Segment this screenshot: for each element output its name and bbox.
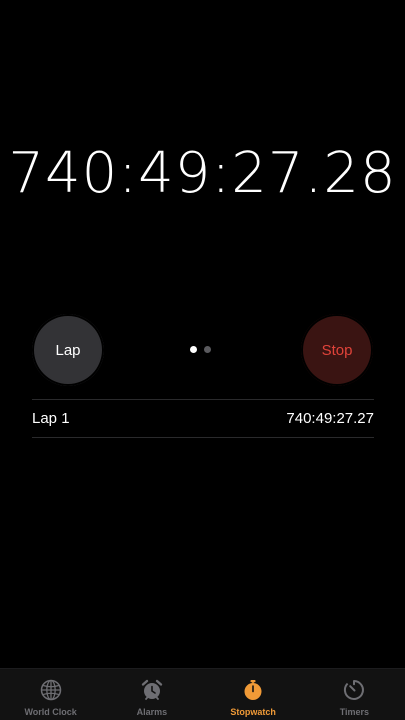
lap-time: 740:49:27.27 (286, 410, 374, 427)
tab-alarms[interactable]: Alarms (101, 669, 202, 720)
page-dot-1 (190, 346, 197, 353)
lap-label: Lap 1 (32, 410, 70, 427)
elapsed-time: 740:49:27.28 (8, 141, 397, 206)
stopwatch-icon (244, 680, 262, 700)
stop-button[interactable]: Stop (301, 314, 373, 386)
tab-timers[interactable]: Timers (304, 669, 405, 720)
tab-bar: World Clock Alarms Stopwatch Timers (0, 668, 405, 720)
stop-button-label: Stop (321, 341, 353, 359)
lap-row: Lap 1 740:49:27.27 (32, 400, 374, 437)
lap-button-label: Lap (55, 341, 81, 359)
tab-timers-label: Timers (339, 707, 370, 717)
tab-stopwatch-label: Stopwatch (230, 707, 276, 717)
divider-bottom (32, 437, 374, 438)
tab-alarms-label: Alarms (136, 707, 168, 717)
page-indicator[interactable] (190, 346, 211, 353)
globe-icon (40, 679, 61, 701)
tab-world-clock-label: World Clock (24, 707, 77, 717)
tab-stopwatch[interactable]: Stopwatch (203, 669, 304, 720)
page-dot-2 (204, 346, 211, 353)
alarm-clock-icon (141, 679, 163, 700)
lap-button[interactable]: Lap (32, 314, 104, 386)
tab-world-clock[interactable]: World Clock (0, 669, 101, 720)
stopwatch-screen: 740:49:27.28 Lap Stop Lap 1 740:49:27.27… (0, 0, 405, 720)
timer-icon (344, 680, 365, 700)
